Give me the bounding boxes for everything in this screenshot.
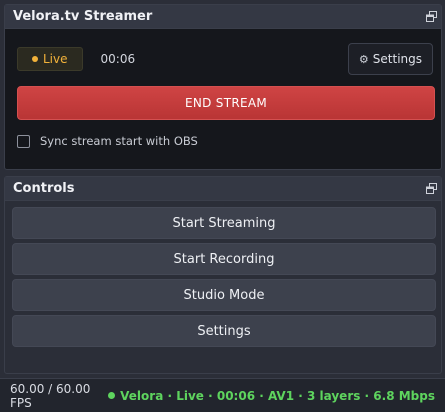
streamer-dock-titlebar[interactable]: Velora.tv Streamer — [5, 5, 441, 29]
streamer-dock: Velora.tv Streamer Live 00:06 ⚙ Settings… — [4, 4, 442, 170]
streamer-settings-button[interactable]: ⚙ Settings — [347, 43, 433, 75]
stream-status-row: Live 00:06 ⚙ Settings — [17, 43, 433, 75]
undock-icon[interactable] — [426, 11, 437, 22]
stream-status-dot-icon — [108, 392, 116, 399]
sync-option-row: Sync stream start with OBS — [17, 134, 198, 148]
controls-dock: Controls Start Streaming Start Recording… — [4, 176, 442, 374]
gear-icon: ⚙ — [358, 52, 369, 66]
controls-button-list: Start Streaming Start Recording Studio M… — [12, 207, 436, 347]
controls-dock-title: Controls — [13, 181, 75, 196]
controls-dock-titlebar[interactable]: Controls — [5, 177, 441, 201]
start-streaming-button[interactable]: Start Streaming — [12, 207, 436, 239]
stream-info-text: Velora · Live · 00:06 · AV1 · 3 layers ·… — [120, 388, 435, 403]
live-dot-icon — [32, 56, 38, 62]
sync-obs-label[interactable]: Sync stream start with OBS — [40, 134, 198, 148]
status-bar: 60.00 / 60.00 FPS Velora · Live · 00:06 … — [0, 378, 445, 412]
fps-readout: 60.00 / 60.00 FPS — [10, 381, 91, 410]
start-recording-button[interactable]: Start Recording — [12, 243, 436, 275]
settings-button[interactable]: Settings — [12, 315, 436, 347]
sync-obs-checkbox[interactable] — [17, 134, 30, 148]
end-stream-button[interactable]: END STREAM — [17, 86, 435, 120]
live-status-badge: Live — [17, 47, 83, 71]
streamer-dock-title: Velora.tv Streamer — [13, 9, 153, 24]
undock-icon[interactable] — [426, 183, 437, 194]
studio-mode-button[interactable]: Studio Mode — [12, 279, 436, 311]
live-label: Live — [43, 52, 68, 66]
stream-info: Velora · Live · 00:06 · AV1 · 3 layers ·… — [108, 389, 435, 403]
stream-timer: 00:06 — [100, 52, 136, 66]
obs-window: Velora.tv Streamer Live 00:06 ⚙ Settings… — [0, 0, 445, 412]
streamer-settings-label: Settings — [372, 52, 422, 66]
